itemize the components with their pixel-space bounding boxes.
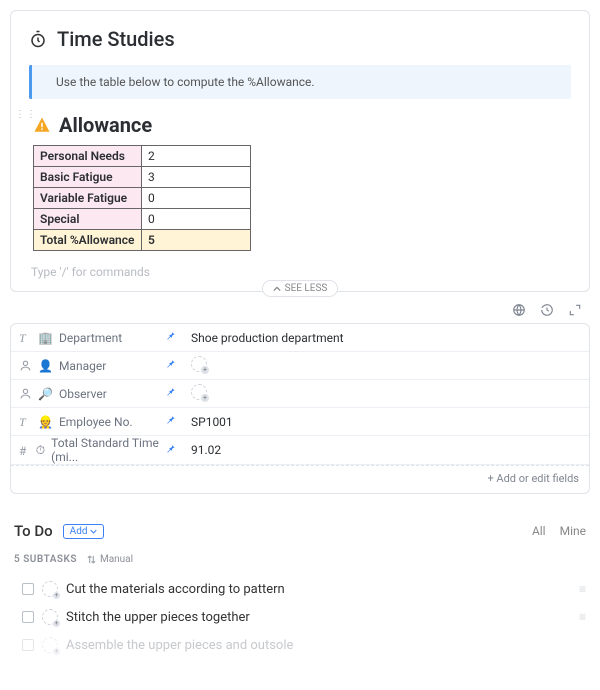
assignee-placeholder-icon[interactable]: + (42, 609, 58, 625)
pin-icon[interactable] (165, 358, 177, 373)
person-type-icon (19, 359, 32, 372)
field-label: Department (59, 331, 122, 345)
assignee-placeholder-icon[interactable]: + (42, 637, 58, 653)
filter-all[interactable]: All (532, 524, 546, 538)
table-row: Special0 (34, 209, 251, 230)
field-label: Observer (59, 387, 107, 401)
task-list: + Cut the materials according to pattern… (0, 569, 600, 659)
text-type-icon: T (19, 415, 32, 428)
assignee-placeholder-icon[interactable]: + (42, 581, 58, 597)
share-icon[interactable] (512, 303, 526, 317)
observer-icon: 🔎 (38, 387, 53, 401)
task-title[interactable]: Stitch the upper pieces together (66, 610, 571, 625)
editor-placeholder[interactable]: Type '/' for commands (29, 265, 571, 279)
field-total-standard-time[interactable]: # ⏱ Total Standard Time (mi... 91.02 (11, 436, 589, 465)
field-label: Manager (59, 359, 106, 373)
task-title[interactable]: Cut the materials according to pattern (66, 582, 571, 597)
card-actions (0, 297, 600, 317)
checkbox[interactable] (22, 583, 34, 595)
pin-icon[interactable] (165, 330, 177, 345)
add-or-edit-fields-button[interactable]: + Add or edit fields (11, 465, 589, 493)
sort-button[interactable]: Manual (87, 554, 133, 565)
field-value[interactable]: 91.02 (177, 443, 581, 457)
task-title[interactable]: Assemble the upper pieces and outsole (66, 638, 586, 653)
field-label: Employee No. (59, 415, 133, 429)
field-value[interactable]: SP1001 (177, 415, 581, 429)
field-value[interactable]: + (177, 384, 581, 403)
allowance-heading: Allowance (59, 113, 152, 137)
page-title: Time Studies (57, 27, 175, 51)
table-row: Variable Fatigue0 (34, 188, 251, 209)
field-employee-no[interactable]: T 👷 Employee No. SP1001 (11, 408, 589, 436)
employee-icon: 👷 (38, 415, 53, 429)
manager-icon: 👤 (38, 359, 53, 373)
assignee-placeholder-icon[interactable]: + (191, 384, 207, 400)
department-icon: 🏢 (38, 331, 53, 345)
chevron-up-icon (273, 285, 281, 293)
allowance-table: Personal Needs2 Basic Fatigue3 Variable … (33, 145, 251, 251)
pin-icon[interactable] (165, 386, 177, 401)
drag-handle-icon[interactable]: ≡ (579, 582, 586, 596)
filter-mine[interactable]: Mine (560, 524, 586, 538)
assignee-placeholder-icon[interactable]: + (191, 356, 207, 372)
field-value[interactable]: Shoe production department (177, 331, 581, 345)
checkbox[interactable] (22, 611, 34, 623)
field-label: Total Standard Time (mi... (51, 436, 165, 464)
person-type-icon (19, 387, 32, 400)
field-value[interactable]: + (177, 356, 581, 375)
info-callout: Use the table below to compute the %Allo… (29, 65, 571, 99)
field-manager[interactable]: 👤 Manager + (11, 352, 589, 380)
table-row: Basic Fatigue3 (34, 167, 251, 188)
custom-fields-panel: T 🏢 Department Shoe production departmen… (10, 323, 590, 494)
task-row[interactable]: + Stitch the upper pieces together ≡ (22, 603, 586, 631)
history-icon[interactable] (540, 303, 554, 317)
add-task-button[interactable]: Add (63, 524, 105, 539)
checkbox[interactable] (22, 639, 34, 651)
pin-icon[interactable] (165, 443, 177, 458)
drag-handle-icon[interactable]: ⋮⋮ (15, 109, 37, 120)
task-row[interactable]: + Assemble the upper pieces and outsole (22, 631, 586, 659)
table-row: Personal Needs2 (34, 146, 251, 167)
field-department[interactable]: T 🏢 Department Shoe production departmen… (11, 324, 589, 352)
table-row-total: Total %Allowance5 (34, 230, 251, 251)
sort-icon (87, 555, 96, 564)
subtask-count: 5 SUBTASKS (14, 554, 77, 565)
time-studies-card: Time Studies Use the table below to comp… (10, 10, 590, 292)
task-row[interactable]: + Cut the materials according to pattern… (22, 575, 586, 603)
stopwatch-emoji-icon: ⏱ (36, 443, 45, 458)
see-less-button[interactable]: SEE LESS (262, 280, 339, 297)
chevron-down-icon (90, 528, 97, 535)
pin-icon[interactable] (165, 414, 177, 429)
expand-icon[interactable] (568, 303, 582, 317)
text-type-icon: T (19, 331, 32, 344)
drag-handle-icon[interactable]: ≡ (579, 610, 586, 624)
todo-heading: To Do (14, 522, 53, 540)
field-observer[interactable]: 🔎 Observer + (11, 380, 589, 408)
stopwatch-icon (29, 30, 47, 48)
number-type-icon: # (19, 444, 30, 457)
